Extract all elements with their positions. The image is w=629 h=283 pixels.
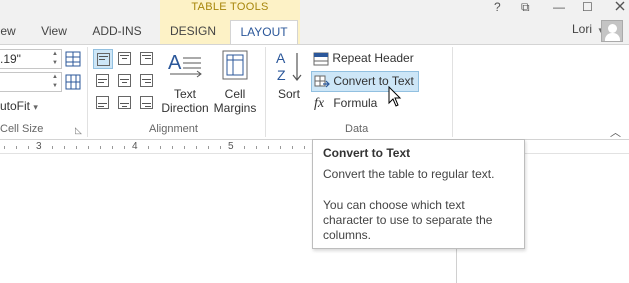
row-height-value: .19" bbox=[0, 52, 21, 66]
distribute-rows-icon[interactable] bbox=[65, 51, 81, 67]
cell-margins-label-1: Cell bbox=[224, 87, 246, 101]
column-width-input[interactable]: ▲ ▼ bbox=[0, 72, 62, 92]
text-direction-label-2: Direction bbox=[161, 101, 209, 115]
text-direction-button[interactable]: A Text Direction bbox=[160, 47, 210, 119]
repeat-header-rows-button[interactable]: Repeat Header Rows bbox=[311, 49, 446, 84]
cell-margins-icon bbox=[222, 50, 248, 80]
align-center-icon[interactable] bbox=[115, 71, 135, 91]
cell-margins-button[interactable]: Cell Margins bbox=[210, 47, 260, 119]
column-width-spinner[interactable]: ▲ ▼ bbox=[50, 73, 60, 91]
convert-to-text-button[interactable]: Convert to Text bbox=[311, 71, 419, 92]
data-group-label: Data bbox=[345, 123, 369, 135]
align-top-center-icon[interactable] bbox=[115, 49, 135, 69]
tab-design[interactable]: DESIGN bbox=[164, 20, 222, 44]
mouse-cursor-icon bbox=[388, 85, 402, 108]
tab-layout[interactable]: LAYOUT bbox=[230, 20, 298, 44]
tooltip-body: Convert the table to regular text. bbox=[323, 167, 495, 181]
context-tab-group-label: TABLE TOOLS bbox=[191, 1, 269, 13]
sort-icon: A Z bbox=[275, 49, 305, 83]
sort-button[interactable]: A Z Sort bbox=[272, 47, 306, 105]
sort-label: Sort bbox=[277, 87, 300, 101]
align-top-left-icon[interactable] bbox=[93, 49, 113, 69]
minimize-icon[interactable]: — bbox=[553, 0, 565, 14]
group-separator bbox=[452, 47, 453, 137]
autofit-button[interactable]: utoFit ▾ bbox=[0, 99, 38, 113]
help-icon[interactable]: ? bbox=[494, 0, 501, 14]
text-direction-icon: A bbox=[167, 49, 203, 79]
tab-view[interactable]: View bbox=[37, 20, 71, 44]
user-name[interactable]: Lori bbox=[572, 22, 592, 36]
cell-margins-label-2: Margins bbox=[213, 101, 257, 115]
distribute-columns-icon[interactable] bbox=[65, 74, 81, 90]
convert-to-text-icon bbox=[314, 74, 330, 90]
convert-to-text-tooltip: Convert to Text Convert the table to reg… bbox=[312, 139, 525, 249]
tab-review[interactable]: ew bbox=[0, 20, 16, 44]
row-height-spinner[interactable]: ▲ ▼ bbox=[50, 50, 60, 68]
formula-label: Formula bbox=[333, 96, 378, 110]
group-separator bbox=[265, 47, 266, 137]
align-center-right-icon[interactable] bbox=[137, 71, 157, 91]
avatar[interactable] bbox=[601, 20, 623, 42]
autofit-caret-icon: ▾ bbox=[33, 102, 38, 112]
ribbon: .19" ▲ ▼ ▲ ▼ utoFit ▾ Cell Size ◺ A Text… bbox=[0, 44, 629, 140]
alignment-group-label: Alignment bbox=[149, 123, 198, 135]
ruler-number: 5 bbox=[228, 141, 234, 152]
text-direction-label-1: Text bbox=[173, 87, 196, 101]
title-tab-bar: TABLE TOOLS ew View ADD-INS DESIGN LAYOU… bbox=[0, 0, 629, 44]
formula-button[interactable]: fx Formula bbox=[311, 94, 391, 115]
tooltip-title: Convert to Text bbox=[323, 146, 411, 160]
tab-add-ins[interactable]: ADD-INS bbox=[87, 20, 147, 44]
group-separator bbox=[87, 47, 88, 137]
svg-text:A: A bbox=[168, 52, 182, 74]
align-top-right-icon[interactable] bbox=[137, 49, 157, 69]
cell-size-dialog-launcher-icon[interactable]: ◺ bbox=[75, 125, 82, 136]
row-height-input[interactable]: .19" ▲ ▼ bbox=[0, 49, 62, 69]
close-icon[interactable] bbox=[612, 0, 629, 14]
ruler-number: 3 bbox=[36, 141, 42, 152]
svg-text:A: A bbox=[276, 50, 286, 66]
cell-size-group-label: Cell Size bbox=[0, 123, 44, 135]
autofit-label: utoFit bbox=[0, 99, 31, 113]
ruler-number: 4 bbox=[132, 141, 138, 152]
ribbon-display-options-icon[interactable]: ⧉ bbox=[521, 0, 530, 15]
formula-icon: fx bbox=[314, 96, 325, 111]
align-center-left-icon[interactable] bbox=[93, 71, 113, 91]
collapse-ribbon-icon[interactable]: ︿ bbox=[610, 124, 621, 140]
align-bottom-center-icon[interactable] bbox=[115, 93, 135, 113]
svg-text:Z: Z bbox=[277, 67, 286, 83]
tooltip-body-detail: You can choose which text character to u… bbox=[323, 198, 493, 242]
maximize-icon[interactable]: ☐ bbox=[582, 0, 593, 14]
repeat-header-rows-icon bbox=[313, 51, 329, 67]
align-bottom-left-icon[interactable] bbox=[93, 93, 113, 113]
align-bottom-right-icon[interactable] bbox=[137, 93, 157, 113]
